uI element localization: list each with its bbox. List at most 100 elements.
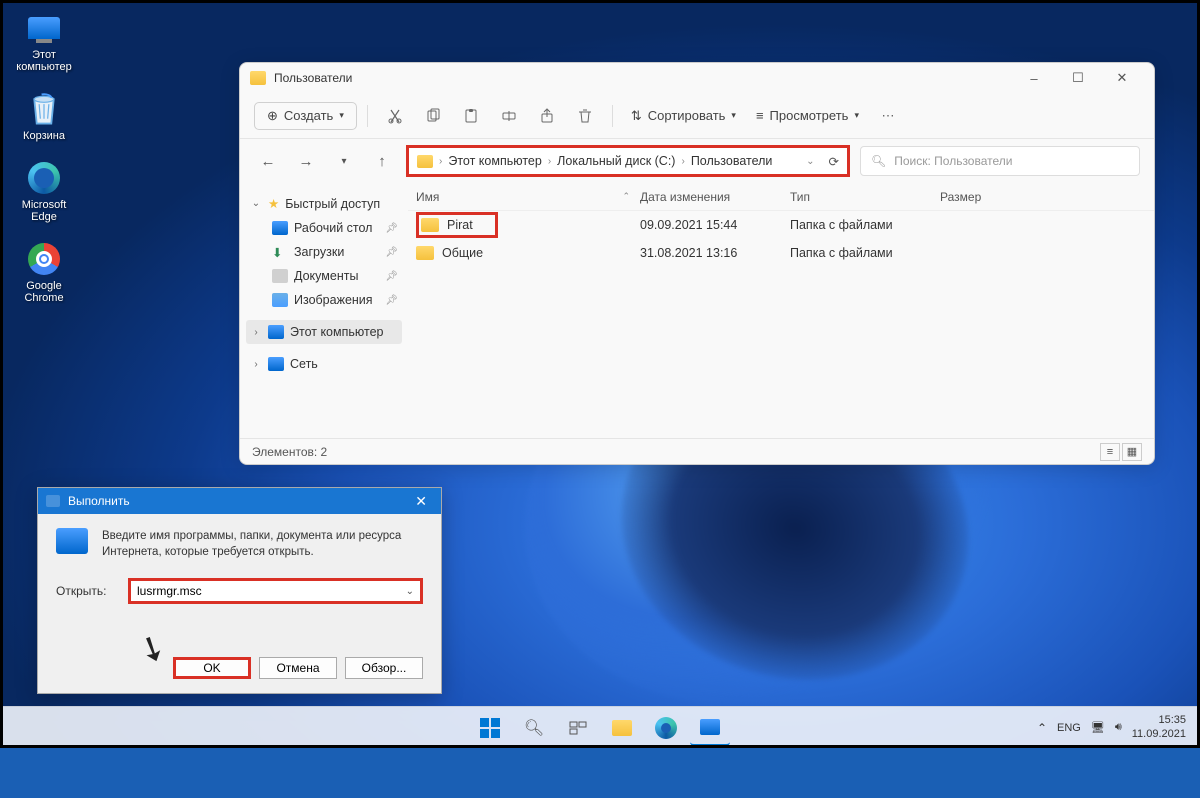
delete-button[interactable] — [568, 99, 602, 133]
desktop-icon-chrome[interactable]: Google Chrome — [10, 241, 78, 304]
status-bar: Элементов: 2 ≡ ▦ — [240, 438, 1154, 464]
start-button[interactable] — [470, 710, 510, 746]
chevron-down-icon: ⌄ — [250, 198, 262, 209]
language-indicator[interactable]: ENG — [1057, 722, 1081, 734]
sidebar-item-documents[interactable]: Документы 📌︎ — [246, 264, 402, 288]
sidebar-item-pictures[interactable]: Изображения 📌︎ — [246, 288, 402, 312]
folder-icon — [416, 246, 434, 260]
file-row[interactable]: Pirat 09.09.2021 15:44 Папка с файлами — [408, 211, 1154, 239]
copy-button[interactable] — [416, 99, 450, 133]
file-row[interactable]: Общие 31.08.2021 13:16 Папка с файлами — [408, 239, 1154, 267]
chevron-down-icon[interactable]: ⌄ — [806, 156, 814, 167]
forward-button[interactable]: → — [292, 147, 320, 175]
icons-view-button[interactable]: ▦ — [1122, 443, 1142, 461]
desktop-icon-label: Google Chrome — [24, 280, 63, 304]
recycle-bin-icon — [26, 91, 62, 127]
refresh-button[interactable]: ⟳ — [829, 154, 839, 169]
maximize-button[interactable]: ☐ — [1056, 63, 1100, 93]
chevron-down-icon[interactable]: ▾ — [330, 147, 358, 175]
chevron-down-icon: ▾ — [339, 110, 344, 121]
breadcrumb-item[interactable]: Пользователи — [691, 154, 773, 168]
desktop-icon-edge[interactable]: Microsoft Edge — [10, 160, 78, 223]
volume-icon[interactable]: 🔊︎ — [1115, 721, 1122, 734]
paste-button[interactable] — [454, 99, 488, 133]
search-icon: 🔍︎ — [871, 154, 886, 168]
pin-icon: 📌︎ — [385, 295, 398, 306]
run-input[interactable]: lusrmgr.msc ⌄ — [128, 578, 423, 604]
close-button[interactable]: ✕ — [1100, 63, 1144, 93]
chevron-down-icon[interactable]: ⌄ — [406, 586, 414, 597]
task-view-button[interactable] — [558, 710, 598, 746]
column-name[interactable]: Имя⌃ — [408, 190, 640, 204]
minimize-button[interactable]: – — [1012, 63, 1056, 93]
up-button[interactable]: ↑ — [368, 147, 396, 175]
pin-icon: 📌︎ — [385, 271, 398, 282]
explorer-window: Пользователи – ☐ ✕ ⊕ Создать ▾ ⇅ Сортиро… — [239, 62, 1155, 465]
chrome-icon — [28, 243, 60, 275]
pin-icon: 📌︎ — [385, 247, 398, 258]
picture-icon — [272, 293, 288, 307]
back-button[interactable]: ← — [254, 147, 282, 175]
column-size[interactable]: Размер — [940, 190, 1040, 204]
window-title: Пользователи — [274, 71, 352, 85]
sidebar-quick-access[interactable]: ⌄ ★ Быстрый доступ — [246, 191, 402, 216]
tray-chevron-up-icon[interactable]: ⌃ — [1037, 721, 1047, 735]
view-button[interactable]: ≡ Просмотреть ▾ — [748, 103, 867, 128]
chevron-down-icon: ▾ — [731, 110, 736, 121]
sidebar-item-this-pc[interactable]: › Этот компьютер — [246, 320, 402, 344]
explorer-titlebar[interactable]: Пользователи – ☐ ✕ — [240, 63, 1154, 93]
ok-button[interactable]: OK — [173, 657, 251, 679]
browse-button[interactable]: Обзор... — [345, 657, 423, 679]
folder-icon — [250, 71, 266, 85]
more-button[interactable]: ⋯ — [871, 99, 905, 133]
app-taskbar-button[interactable] — [690, 710, 730, 746]
view-icon: ≡ — [756, 108, 764, 123]
desktop-icon-label: Корзина — [23, 130, 65, 142]
breadcrumb-item[interactable]: Этот компьютер — [448, 154, 541, 168]
sidebar-item-downloads[interactable]: ⬇ Загрузки 📌︎ — [246, 240, 402, 264]
run-description: Введите имя программы, папки, документа … — [102, 528, 423, 560]
rename-button[interactable] — [492, 99, 526, 133]
star-icon: ★ — [268, 196, 279, 211]
sidebar-item-network[interactable]: › Сеть — [246, 352, 402, 376]
document-icon — [272, 269, 288, 283]
new-button[interactable]: ⊕ Создать ▾ — [254, 102, 357, 130]
sidebar-item-desktop[interactable]: Рабочий стол 📌︎ — [246, 216, 402, 240]
close-button[interactable]: ✕ — [409, 493, 433, 510]
search-button[interactable]: 🔍︎ — [514, 710, 554, 746]
desktop-icon-recycle-bin[interactable]: Корзина — [10, 91, 78, 142]
download-icon: ⬇ — [272, 245, 288, 259]
sidebar: ⌄ ★ Быстрый доступ Рабочий стол 📌︎ ⬇ Заг… — [240, 183, 408, 438]
chevron-right-icon: › — [548, 156, 551, 167]
desktop-icon-this-pc[interactable]: Этот компьютер — [10, 10, 78, 73]
cut-button[interactable] — [378, 99, 412, 133]
address-bar[interactable]: › Этот компьютер › Локальный диск (C:) ›… — [406, 145, 850, 177]
search-input[interactable]: 🔍︎ Поиск: Пользователи — [860, 146, 1140, 176]
pc-icon — [28, 17, 60, 39]
folder-icon — [421, 218, 439, 232]
column-date[interactable]: Дата изменения — [640, 190, 790, 204]
desktop-icon — [272, 221, 288, 235]
edge-taskbar-button[interactable] — [646, 710, 686, 746]
file-list: Имя⌃ Дата изменения Тип Размер Pirat 09.… — [408, 183, 1154, 438]
run-icon — [56, 528, 88, 554]
network-icon[interactable]: 🖥︎ — [1091, 721, 1105, 734]
share-button[interactable] — [530, 99, 564, 133]
run-titlebar[interactable]: Выполнить ✕ — [38, 488, 441, 514]
chevron-right-icon: › — [250, 359, 262, 370]
sort-button[interactable]: ⇅ Сортировать ▾ — [623, 103, 744, 129]
taskbar: 🔍︎ ⌃ ENG 🖥︎ 🔊︎ 15:35 11.09.2021 — [0, 706, 1200, 748]
breadcrumb-item[interactable]: Локальный диск (C:) — [557, 154, 675, 168]
cancel-button[interactable]: Отмена — [259, 657, 337, 679]
clock[interactable]: 15:35 11.09.2021 — [1132, 714, 1186, 742]
column-type[interactable]: Тип — [790, 190, 940, 204]
chevron-right-icon: › — [250, 327, 262, 338]
explorer-taskbar-button[interactable] — [602, 710, 642, 746]
desktop-icons: Этот компьютер Корзина Microsoft Edge Go… — [10, 10, 78, 304]
chevron-right-icon: › — [439, 156, 442, 167]
chevron-right-icon: › — [681, 156, 684, 167]
folder-icon — [417, 155, 433, 168]
pin-icon: 📌︎ — [385, 223, 398, 234]
explorer-nav: ← → ▾ ↑ › Этот компьютер › Локальный дис… — [240, 139, 1154, 183]
details-view-button[interactable]: ≡ — [1100, 443, 1120, 461]
